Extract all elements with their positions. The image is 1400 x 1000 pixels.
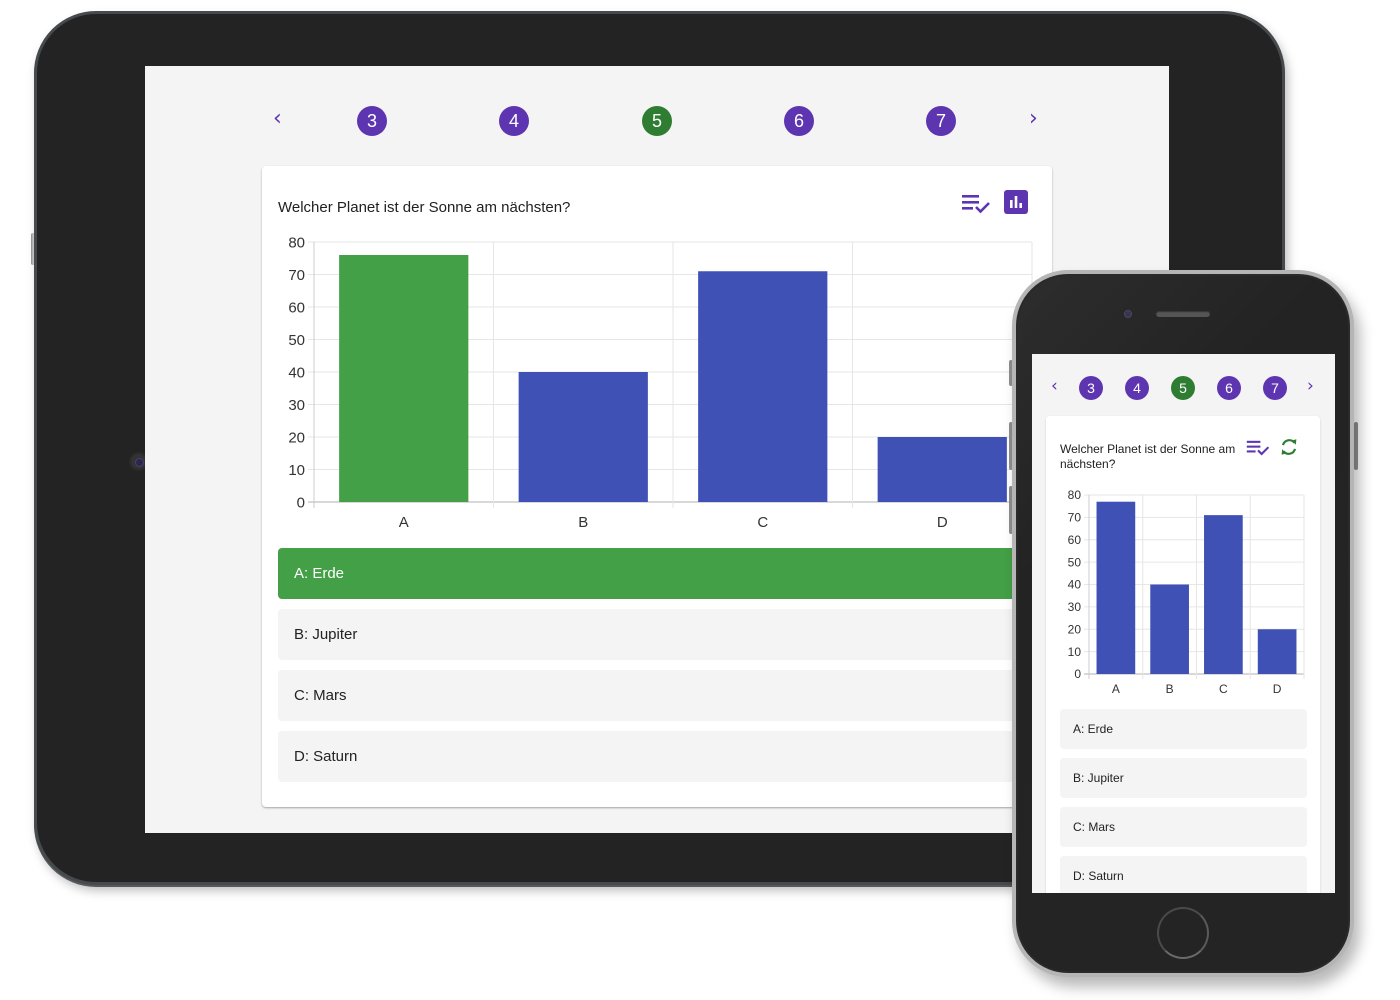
phone-power-button xyxy=(1354,422,1358,470)
bar-a xyxy=(339,255,469,502)
bar-d xyxy=(1257,629,1297,674)
y-tick-label: 80 xyxy=(1068,488,1082,502)
chevron-right-icon[interactable]: › xyxy=(1307,378,1314,395)
page-button-3[interactable]: 3 xyxy=(1079,376,1103,400)
y-tick-label: 70 xyxy=(288,267,305,284)
phone-results-chart: 0 10 20 30 40 50 60 70 80 A B C D xyxy=(1068,488,1305,694)
bar-c xyxy=(698,271,828,502)
phone-speaker xyxy=(1156,311,1210,317)
phone-question-card: Welcher Planet ist der Sonne am nächsten… xyxy=(1046,416,1320,893)
y-tick-label: 50 xyxy=(1068,555,1082,569)
question-text: Welcher Planet ist der Sonne am nächsten… xyxy=(278,199,571,216)
phone-screen: ‹ 3 4 5 6 7 › Welcher Planet ist der Son… xyxy=(1032,354,1335,893)
x-tick-label: D xyxy=(1273,682,1282,694)
y-tick-label: 60 xyxy=(1068,533,1082,547)
y-tick-label: 10 xyxy=(288,462,305,479)
bar-b xyxy=(1150,584,1189,674)
x-tick-label: B xyxy=(578,514,588,531)
y-tick-label: 60 xyxy=(288,299,305,316)
answer-list-check-icon[interactable] xyxy=(1246,438,1270,458)
x-tick-label: A xyxy=(399,514,409,531)
bar-a xyxy=(1096,501,1136,674)
page-button-4[interactable]: 4 xyxy=(499,106,529,136)
tablet-question-card: Welcher Planet ist der Sonne am nächsten… xyxy=(262,166,1052,807)
y-tick-label: 50 xyxy=(288,332,305,349)
x-tick-label: D xyxy=(937,514,948,531)
tablet-results-chart: 0 10 20 30 40 50 60 70 80 A B C D xyxy=(288,234,1033,531)
chevron-left-icon[interactable]: ‹ xyxy=(273,108,282,130)
x-tick-label: A xyxy=(1112,682,1120,694)
y-tick-label: 20 xyxy=(288,429,305,446)
bar-b xyxy=(518,372,648,502)
phone-camera-icon xyxy=(1124,310,1132,318)
y-tick-label: 80 xyxy=(288,234,305,251)
y-tick-label: 40 xyxy=(1068,578,1082,592)
phone-answer-list: A: Erde B: Jupiter C: Mars D: Saturn xyxy=(1060,709,1307,893)
answer-list-check-icon[interactable] xyxy=(961,192,991,216)
page-button-5-active[interactable]: 5 xyxy=(642,106,672,136)
answer-option-b[interactable]: B: Jupiter xyxy=(278,609,1038,660)
question-text: Welcher Planet ist der Sonne am nächsten… xyxy=(1060,442,1236,471)
tablet-camera-icon xyxy=(131,454,146,469)
y-tick-label: 0 xyxy=(297,494,305,511)
page-button-4[interactable]: 4 xyxy=(1125,376,1149,400)
answer-option-d[interactable]: D: Saturn xyxy=(278,731,1038,782)
y-tick-label: 70 xyxy=(1068,511,1082,525)
phone-home-button[interactable] xyxy=(1157,907,1209,959)
answer-option-c[interactable]: C: Mars xyxy=(1060,807,1307,847)
y-tick-label: 30 xyxy=(1068,600,1082,614)
tablet-question-pager: ‹ 3 4 5 6 7 › xyxy=(145,106,1169,136)
y-tick-label: 0 xyxy=(1074,667,1081,681)
page-button-3[interactable]: 3 xyxy=(357,106,387,136)
bar-c xyxy=(1204,515,1243,674)
x-tick-label: B xyxy=(1166,682,1174,694)
chevron-right-icon[interactable]: › xyxy=(1029,108,1038,130)
refresh-icon[interactable] xyxy=(1278,436,1300,458)
tablet-answer-list: A: Erde B: Jupiter C: Mars D: Saturn xyxy=(278,548,1038,792)
page-button-7[interactable]: 7 xyxy=(1263,376,1287,400)
answer-option-d[interactable]: D: Saturn xyxy=(1060,856,1307,893)
answer-option-a[interactable]: A: Erde xyxy=(1060,709,1307,749)
y-tick-label: 30 xyxy=(288,397,305,414)
y-tick-label: 40 xyxy=(288,364,305,381)
phone-question-pager: ‹ 3 4 5 6 7 › xyxy=(1032,376,1335,400)
answer-option-c[interactable]: C: Mars xyxy=(278,670,1038,721)
page-button-7[interactable]: 7 xyxy=(926,106,956,136)
page-button-5-active[interactable]: 5 xyxy=(1171,376,1195,400)
y-tick-label: 20 xyxy=(1068,622,1082,636)
answer-option-a-correct[interactable]: A: Erde xyxy=(278,548,1038,599)
page-button-6[interactable]: 6 xyxy=(1217,376,1241,400)
bar-d xyxy=(877,437,1007,502)
x-tick-label: C xyxy=(757,514,768,531)
x-tick-label: C xyxy=(1219,682,1228,694)
chevron-left-icon[interactable]: ‹ xyxy=(1051,378,1058,395)
y-tick-label: 10 xyxy=(1068,645,1082,659)
page-button-6[interactable]: 6 xyxy=(784,106,814,136)
bar-chart-icon[interactable] xyxy=(1004,190,1028,214)
answer-option-b[interactable]: B: Jupiter xyxy=(1060,758,1307,798)
